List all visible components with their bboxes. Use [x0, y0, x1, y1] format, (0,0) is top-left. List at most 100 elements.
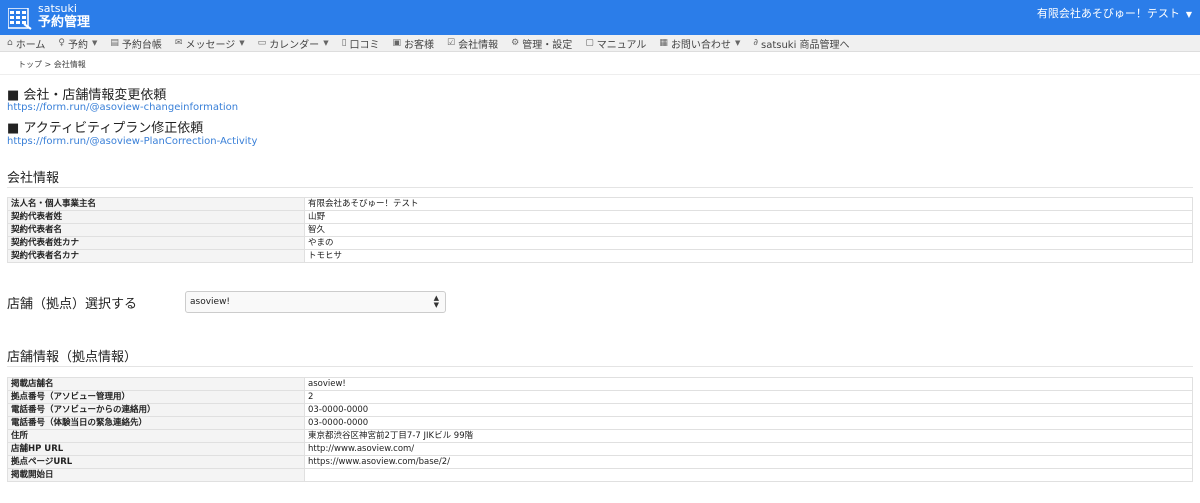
store-info-table: 掲載店舗名 asoview! 拠点番号（アソビュー管理用） 2 電話番号（アソビュー…: [7, 377, 1193, 482]
breadcrumb-bar: トップ > 会社情報: [0, 53, 1200, 75]
row-value: 有限会社あそびゅー！テスト: [304, 197, 1193, 211]
comment-icon: ▯: [341, 38, 347, 48]
row-key: 電話番号（体験当日の緊急連絡先）: [7, 416, 305, 430]
table-row: 法人名・個人事業主名 有限会社あそびゅー！テスト: [7, 197, 1193, 211]
breadcrumb: トップ > 会社情報: [18, 59, 86, 70]
table-row: 契約代表者名 智久: [7, 223, 1193, 237]
nav-label: 口コミ: [349, 39, 380, 51]
inquiry-icon: ▦: [659, 38, 668, 48]
plan-correction-title: ■ アクティビティプラン修正依頼: [7, 121, 204, 136]
row-key: 契約代表者名: [7, 223, 305, 237]
table-row: 電話番号（アソビューからの連絡用） 03-0000-0000: [7, 403, 1193, 417]
store-select-value: asoview!: [190, 297, 231, 307]
envelope-icon: ✉: [174, 38, 183, 48]
row-value: 東京都渋谷区神宮前2丁目7-7 JIKビル 99階: [304, 429, 1193, 443]
row-key: 契約代表者名カナ: [7, 249, 305, 263]
caret-down-icon: ▼: [734, 39, 741, 47]
ledger-icon: ▤: [110, 38, 119, 48]
account-name: 有限会社あそびゅー！テスト: [1036, 7, 1180, 20]
account-menu[interactable]: 有限会社あそびゅー！テスト ▼: [1037, 5, 1192, 21]
nav-item[interactable]: ⌂ ホーム: [7, 36, 45, 51]
row-value: http://www.asoview.com/: [304, 442, 1193, 456]
row-key: 拠点番号（アソビュー管理用）: [7, 390, 305, 404]
nav-label: 予約台帳: [121, 39, 162, 51]
change-request-link[interactable]: https://form.run/@asoview-changeinformat…: [7, 102, 238, 113]
row-key: 契約代表者姓カナ: [7, 236, 305, 250]
row-value: [304, 468, 1193, 482]
change-request-title: ■ 会社・店舗情報変更依頼: [7, 88, 167, 103]
breadcrumb-separator: >: [42, 60, 54, 69]
caret-down-icon: ▼: [92, 39, 98, 47]
plan-correction-link[interactable]: https://form.run/@asoview-PlanCorrection…: [7, 136, 257, 147]
row-key: 掲載開始日: [7, 468, 305, 482]
table-row: 契約代表者名カナ トモヒサ: [7, 249, 1193, 263]
caret-down-icon: ▼: [1185, 9, 1192, 19]
nav-item[interactable]: ▣ お客様: [393, 36, 435, 51]
table-row: 契約代表者姓 山野: [7, 210, 1193, 224]
brand-sub: satsuki: [38, 2, 77, 15]
row-key: 住所: [7, 429, 305, 443]
nav-item[interactable]: ▦ お問い合わせ ▼: [659, 36, 740, 51]
select-arrows-icon: ▲ ▼: [433, 294, 439, 309]
table-row: 掲載店舗名 asoview!: [7, 377, 1193, 391]
nav-item[interactable]: ∂ satsuki 商品管理へ: [753, 36, 849, 51]
company-info-table: 法人名・個人事業主名 有限会社あそびゅー！テスト 契約代表者姓 山野 契約代表者名智…: [7, 197, 1193, 263]
nav-item[interactable]: ▢ マニュアル: [585, 36, 646, 51]
store-select[interactable]: asoview! ▲ ▼: [185, 291, 446, 313]
wrench-icon: ⚙: [511, 38, 520, 48]
breadcrumb-home-link[interactable]: トップ: [18, 60, 42, 69]
row-key: 電話番号（アソビューからの連絡用）: [7, 403, 305, 417]
nav-label: お客様: [404, 39, 435, 51]
link-icon: ∂: [753, 38, 758, 48]
company-section-title: 会社情報: [7, 171, 60, 186]
nav-item[interactable]: ✉ メッセージ ▼: [175, 36, 245, 51]
check-icon: ☑: [447, 38, 456, 48]
divider: [7, 187, 1193, 188]
calendar-icon: ▭: [257, 38, 267, 48]
row-value: 智久: [304, 223, 1193, 237]
nav-label: satsuki 商品管理へ: [760, 39, 850, 51]
table-row: 店舗HP URL http://www.asoview.com/: [7, 442, 1193, 456]
nav-label: 会社情報: [458, 39, 499, 51]
brand[interactable]: satsuki 予約管理: [38, 3, 90, 29]
nav-item[interactable]: ▭ カレンダー ▼: [258, 36, 329, 51]
nav-label: メッセージ: [185, 39, 236, 51]
book-icon: ▢: [585, 38, 594, 48]
row-value: 03-0000-0000: [304, 403, 1193, 417]
store-section-title: 店舗情報（拠点情報）: [7, 350, 138, 365]
nav-item[interactable]: ♀ 予約 ▼: [58, 36, 97, 51]
nav-item[interactable]: ☑ 会社情報: [447, 36, 498, 51]
nav-item[interactable]: ⚙ 管理・設定: [511, 36, 572, 51]
row-value: https://www.asoview.com/base/2/: [304, 455, 1193, 469]
caret-down-icon: ▼: [323, 39, 329, 47]
row-value: やまの: [304, 236, 1193, 250]
table-row: 拠点ページURL https://www.asoview.com/base/2/: [7, 455, 1193, 469]
nav-item[interactable]: ▯ 口コミ: [342, 36, 380, 51]
nav-label: ホーム: [15, 39, 46, 51]
table-row: 電話番号（体験当日の緊急連絡先） 03-0000-0000: [7, 416, 1193, 430]
divider: [7, 366, 1193, 367]
table-row: 住所 東京都渋谷区神宮前2丁目7-7 JIKビル 99階: [7, 429, 1193, 443]
table-row: 拠点番号（アソビュー管理用） 2: [7, 390, 1193, 404]
main-nav: ⌂ ホーム ♀ 予約 ▼ ▤ 予約台帳 ✉ メッセージ ▼ ▭ カレンダー ▼ ▯ 口コミ ▣ お客…: [0, 35, 1200, 52]
row-value: asoview!: [304, 377, 1193, 391]
table-row: 契約代表者姓カナ やまの: [7, 236, 1193, 250]
top-header: satsuki 予約管理 有限会社あそびゅー！テスト ▼: [0, 0, 1200, 35]
lightbulb-icon: ♀: [58, 38, 66, 48]
nav-item[interactable]: ▤ 予約台帳: [110, 36, 162, 51]
row-key: 拠点ページURL: [7, 455, 305, 469]
row-key: 掲載店舗名: [7, 377, 305, 391]
nav-label: 予約: [68, 39, 89, 51]
home-icon: ⌂: [7, 38, 13, 48]
caret-down-icon: ▼: [239, 39, 245, 47]
row-key: 法人名・個人事業主名: [7, 197, 305, 211]
nav-label: マニュアル: [596, 39, 647, 51]
breadcrumb-current: 会社情報: [53, 60, 86, 69]
row-value: 03-0000-0000: [304, 416, 1193, 430]
calendar-grid-logo-icon: [8, 8, 32, 30]
nav-label: 管理・設定: [522, 39, 573, 51]
table-row: 掲載開始日: [7, 468, 1193, 482]
row-value: 山野: [304, 210, 1193, 224]
nav-label: カレンダー: [269, 39, 320, 51]
store-select-label: 店舗（拠点）選択する: [7, 297, 138, 312]
